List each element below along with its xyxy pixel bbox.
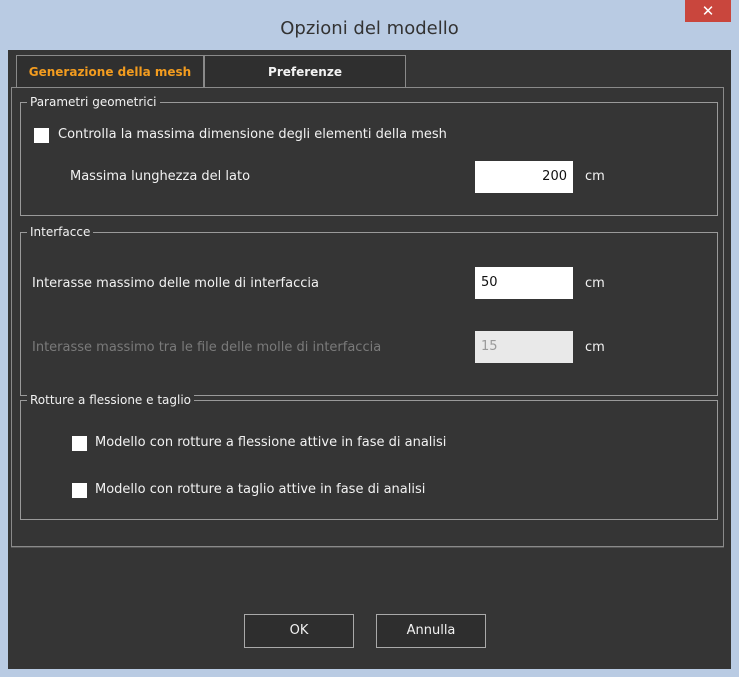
spring-rows-spacing-label: Interasse massimo tra le file delle moll… [32,340,382,355]
close-icon: ✕ [701,2,715,20]
model-options-dialog: Opzioni del modello ✕ Generazione della … [0,0,739,677]
dialog-title: Opzioni del modello [280,18,459,39]
title-bar: Opzioni del modello ✕ [0,0,739,50]
close-button[interactable]: ✕ [685,0,731,22]
tab-preferences[interactable]: Preferenze [204,55,406,88]
spring-rows-spacing-input: 15 [475,331,573,363]
spring-rows-spacing-unit: cm [585,340,605,355]
ok-button[interactable]: OK [244,614,354,648]
spring-spacing-label: Interasse massimo delle molle di interfa… [32,276,319,291]
group-legend: Parametri geometrici [27,94,160,110]
limit-mesh-size-checkbox[interactable] [34,128,49,143]
flexural-breaks-label: Modello con rotture a flessione attive i… [95,435,447,450]
flexural-breaks-checkbox[interactable] [72,436,87,451]
spring-spacing-input[interactable]: 50 [475,267,573,299]
max-side-length-label: Massima lunghezza del lato [70,169,251,184]
shear-breaks-checkbox[interactable] [72,483,87,498]
tab-panel: Parametri geometrici Controlla la massim… [11,87,724,547]
max-side-length-input[interactable]: 200 [475,161,573,193]
cancel-button[interactable]: Annulla [376,614,486,648]
interfaces-group: Interfacce Interasse massimo delle molle… [20,224,718,396]
breaks-group: Rotture a flessione e taglio Modello con… [20,392,718,520]
group-legend: Rotture a flessione e taglio [27,392,194,408]
spring-spacing-unit: cm [585,276,605,291]
shear-breaks-label: Modello con rotture a taglio attive in f… [95,482,426,497]
limit-mesh-size-label: Controlla la massima dimensione degli el… [58,127,447,142]
geometric-parameters-group: Parametri geometrici Controlla la massim… [20,94,718,216]
tab-mesh-generation[interactable]: Generazione della mesh [16,55,204,88]
footer-separator [11,547,724,548]
dialog-body: Generazione della mesh Preferenze Parame… [8,50,731,669]
group-legend: Interfacce [27,224,94,240]
max-side-length-unit: cm [585,169,605,184]
tab-strip: Generazione della mesh Preferenze [16,55,406,88]
